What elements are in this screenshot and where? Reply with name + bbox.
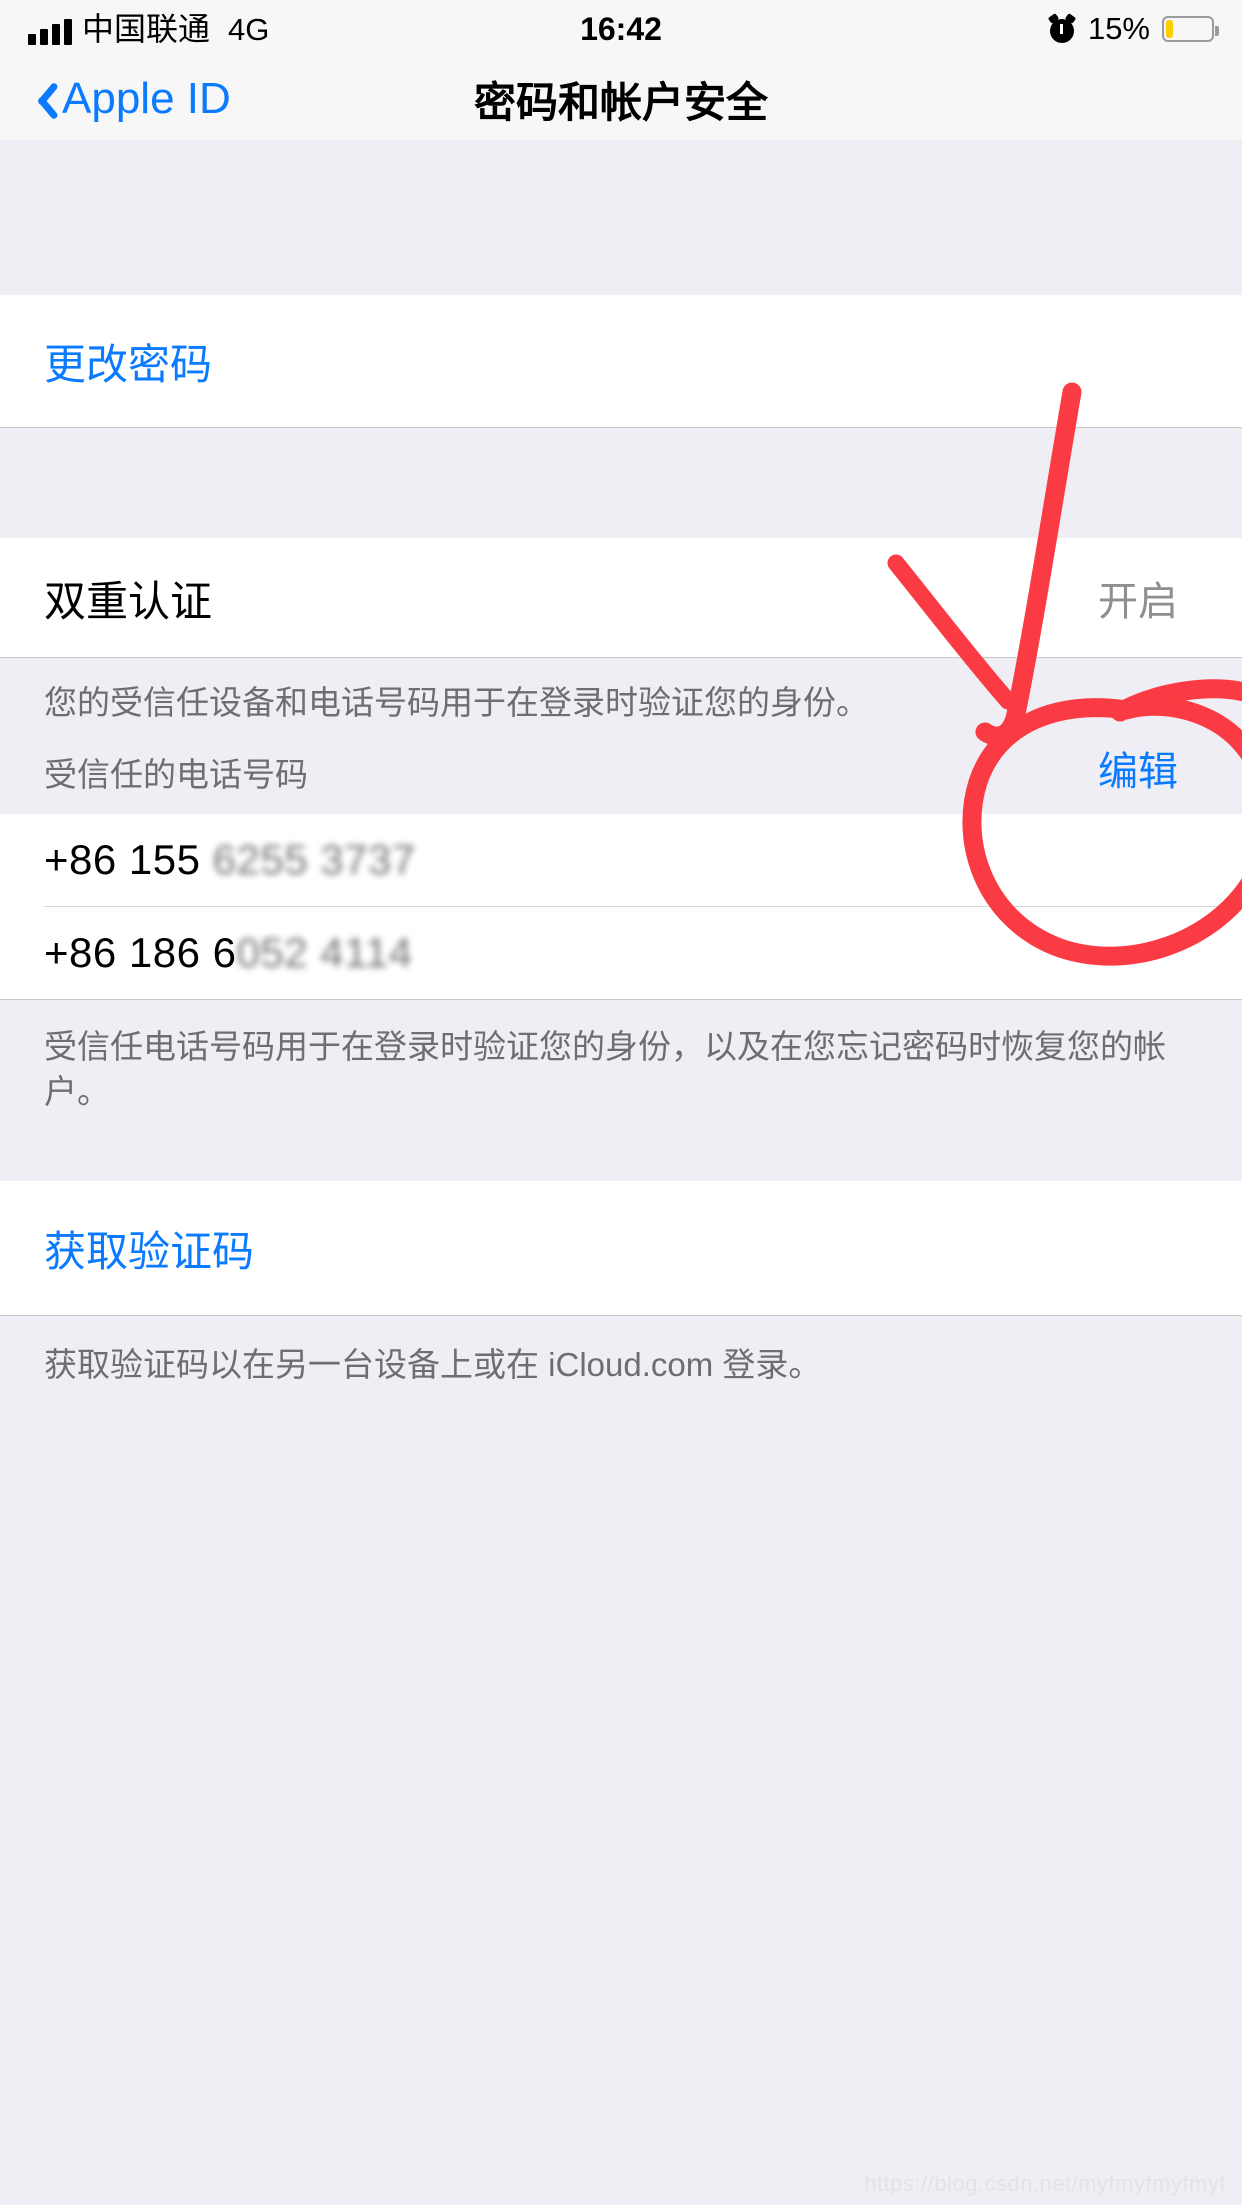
list-bottom-gap xyxy=(0,1407,1242,2205)
watermark: https://blog.csdn.net/myfmyfmyfmyf xyxy=(864,2171,1226,2196)
trusted-phone-number: +86 186 6052 4114 xyxy=(44,929,413,977)
section-gap-2 xyxy=(0,1140,1242,1181)
edit-button[interactable]: 编辑 xyxy=(1098,752,1178,792)
trusted-numbers-section: +86 155 6255 3737 +86 186 6052 4114 xyxy=(0,813,1242,1000)
trusted-numbers-footer-text: 受信任电话号码用于在登录时验证您的身份，以及在您忘记密码时恢复您的帐户。 xyxy=(44,1027,1166,1111)
iphone-screen: 中国联通 4G 16:42 15% Apple ID 密码和帐户安全 更改密码 … xyxy=(0,0,1242,2205)
verification-code-footer-text: 获取验证码以在另一台设备上或在 iCloud.com 登录。 xyxy=(44,1345,822,1383)
verification-code-footer: 获取验证码以在另一台设备上或在 iCloud.com 登录。 xyxy=(0,1315,1242,1408)
navigation-bar: Apple ID 密码和帐户安全 xyxy=(0,58,1242,140)
status-bar-right: 15% xyxy=(1047,11,1219,47)
status-bar: 中国联通 4G 16:42 15% xyxy=(0,0,1242,58)
phone-visible-part: +86 186 6 xyxy=(44,929,237,977)
two-factor-footer-text: 您的受信任设备和电话号码用于在登录时验证您的身份。 xyxy=(44,684,869,721)
phone-redacted-part: 052 4114 xyxy=(236,929,413,977)
page-title: 密码和帐户安全 xyxy=(473,78,768,126)
trusted-numbers-header-row: 受信任的电话号码 编辑 xyxy=(0,729,1242,814)
two-factor-section: 双重认证 开启 xyxy=(0,538,1242,658)
battery-percent-label: 15% xyxy=(1087,11,1150,46)
carrier-label: 中国联通 xyxy=(82,11,211,47)
network-type-label: 4G xyxy=(228,12,270,47)
trusted-numbers-header-label: 受信任的电话号码 xyxy=(44,755,308,793)
alarm-clock-icon xyxy=(1047,13,1077,43)
phone-redacted-part: 6255 3737 xyxy=(212,836,416,884)
two-factor-label: 双重认证 xyxy=(44,577,213,625)
two-factor-status-value: 开启 xyxy=(1098,580,1178,624)
trusted-numbers-footer: 受信任电话号码用于在登录时验证您的身份，以及在您忘记密码时恢复您的帐户。 xyxy=(0,999,1242,1141)
change-password-label: 更改密码 xyxy=(44,341,213,388)
trusted-phone-number: +86 155 6255 3737 xyxy=(44,836,416,884)
section-gap-1 xyxy=(0,428,1242,538)
phone-visible-part: +86 155 xyxy=(44,836,213,884)
clock-label: 16:42 xyxy=(580,10,662,47)
get-verification-code-label: 获取验证码 xyxy=(44,1227,255,1275)
change-password-cell[interactable]: 更改密码 xyxy=(0,295,1242,428)
table-row[interactable]: +86 155 6255 3737 xyxy=(0,813,1242,907)
get-verification-code-cell[interactable]: 获取验证码 xyxy=(0,1180,1242,1316)
two-factor-footer: 您的受信任设备和电话号码用于在登录时验证您的身份。 xyxy=(0,658,1242,730)
verification-code-section: 获取验证码 xyxy=(0,1180,1242,1316)
status-bar-left: 中国联通 4G xyxy=(28,13,269,45)
two-factor-cell[interactable]: 双重认证 开启 xyxy=(0,538,1242,658)
list-top-gap xyxy=(0,140,1242,295)
signal-strength-icon xyxy=(28,19,72,45)
settings-list: 更改密码 双重认证 开启 您的受信任设备和电话号码用于在登录时验证您的身份。 受… xyxy=(0,140,1242,2205)
table-row[interactable]: +86 186 6052 4114 xyxy=(0,906,1242,1000)
password-section: 更改密码 xyxy=(0,295,1242,428)
battery-icon xyxy=(1162,16,1219,42)
